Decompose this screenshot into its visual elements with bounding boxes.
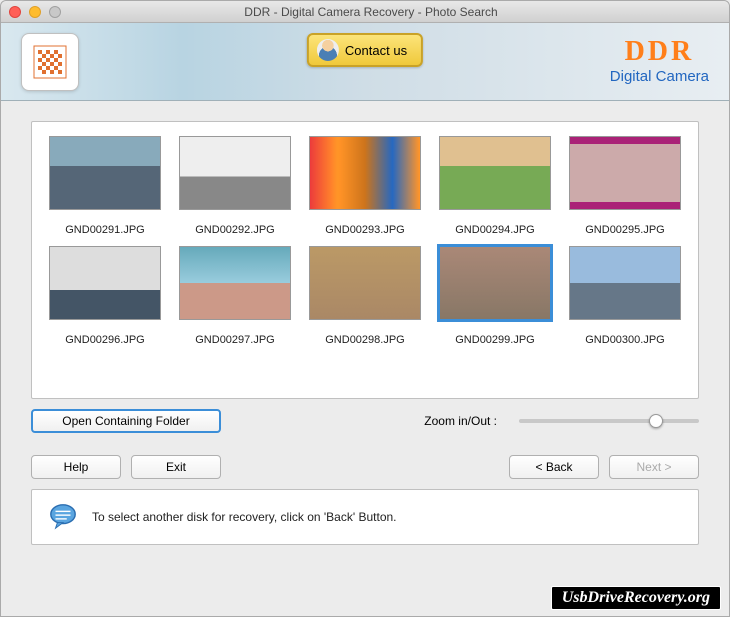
thumbnail-image[interactable] (179, 136, 291, 210)
header-banner: Contact us DDR Digital Camera (1, 23, 729, 101)
thumbnail-item[interactable]: GND00295.JPG (568, 136, 682, 236)
back-button[interactable]: < Back (509, 455, 599, 479)
info-message: To select another disk for recovery, cli… (92, 510, 397, 524)
thumbnail-image[interactable] (179, 246, 291, 320)
thumbnail-item[interactable]: GND00293.JPG (308, 136, 422, 236)
thumbnail-item[interactable]: GND00294.JPG (438, 136, 552, 236)
thumbnail-filename: GND00294.JPG (438, 224, 552, 236)
thumbnail-item[interactable]: GND00298.JPG (308, 246, 422, 346)
thumbnail-filename: GND00295.JPG (568, 224, 682, 236)
brand-sub: Digital Camera (610, 68, 709, 85)
zoom-label: Zoom in/Out : (424, 414, 497, 428)
titlebar: DDR - Digital Camera Recovery - Photo Se… (1, 1, 729, 23)
thumbnail-filename: GND00298.JPG (308, 334, 422, 346)
thumbnail-item[interactable]: GND00300.JPG (568, 246, 682, 346)
person-icon (317, 39, 339, 61)
thumbnail-image[interactable] (569, 246, 681, 320)
thumbnail-filename: GND00291.JPG (48, 224, 162, 236)
thumbnail-item[interactable]: GND00291.JPG (48, 136, 162, 236)
content-area: GND00291.JPG GND00292.JPG GND00293.JPG GND0… (1, 101, 729, 545)
thumbnail-filename: GND00299.JPG (438, 334, 552, 346)
thumbnail-filename: GND00300.JPG (568, 334, 682, 346)
thumbnail-filename: GND00293.JPG (308, 224, 422, 236)
thumbnail-image[interactable] (49, 246, 161, 320)
open-containing-folder-button[interactable]: Open Containing Folder (31, 409, 221, 433)
window-controls (9, 6, 61, 18)
maximize-icon (49, 6, 61, 18)
next-button: Next > (609, 455, 699, 479)
brand-block: DDR Digital Camera (610, 38, 709, 85)
window-title: DDR - Digital Camera Recovery - Photo Se… (61, 5, 681, 19)
zoom-slider-thumb[interactable] (649, 414, 663, 428)
thumbnail-item[interactable]: GND00292.JPG (178, 136, 292, 236)
thumbnail-filename: GND00292.JPG (178, 224, 292, 236)
watermark: UsbDriveRecovery.org (551, 586, 721, 610)
thumbnail-image[interactable] (309, 246, 421, 320)
thumbnail-image[interactable] (439, 246, 551, 320)
thumbnail-image[interactable] (49, 136, 161, 210)
exit-button[interactable]: Exit (131, 455, 221, 479)
help-button[interactable]: Help (31, 455, 121, 479)
thumbnail-filename: GND00296.JPG (48, 334, 162, 346)
brand-main: DDR (610, 38, 709, 66)
zoom-slider[interactable] (519, 419, 699, 423)
grid-icon (32, 44, 68, 80)
minimize-icon[interactable] (29, 6, 41, 18)
thumbnail-item[interactable]: GND00297.JPG (178, 246, 292, 346)
thumbnail-image[interactable] (309, 136, 421, 210)
thumbnail-image[interactable] (569, 136, 681, 210)
nav-row: Help Exit < Back Next > (31, 455, 699, 479)
thumbnail-item[interactable]: GND00296.JPG (48, 246, 162, 346)
thumbnail-item[interactable]: GND00299.JPG (438, 246, 552, 346)
close-icon[interactable] (9, 6, 21, 18)
controls-row: Open Containing Folder Zoom in/Out : (31, 409, 699, 433)
app-logo (21, 33, 79, 91)
contact-us-label: Contact us (345, 43, 407, 58)
thumbnail-image[interactable] (439, 136, 551, 210)
app-window: DDR - Digital Camera Recovery - Photo Se… (0, 0, 730, 617)
thumbnails-grid: GND00291.JPG GND00292.JPG GND00293.JPG GND0… (48, 136, 682, 346)
thumbnails-panel: GND00291.JPG GND00292.JPG GND00293.JPG GND0… (31, 121, 699, 399)
info-panel: To select another disk for recovery, cli… (31, 489, 699, 545)
thumbnail-filename: GND00297.JPG (178, 334, 292, 346)
contact-us-button[interactable]: Contact us (307, 33, 423, 67)
chat-bubble-icon (48, 502, 78, 532)
